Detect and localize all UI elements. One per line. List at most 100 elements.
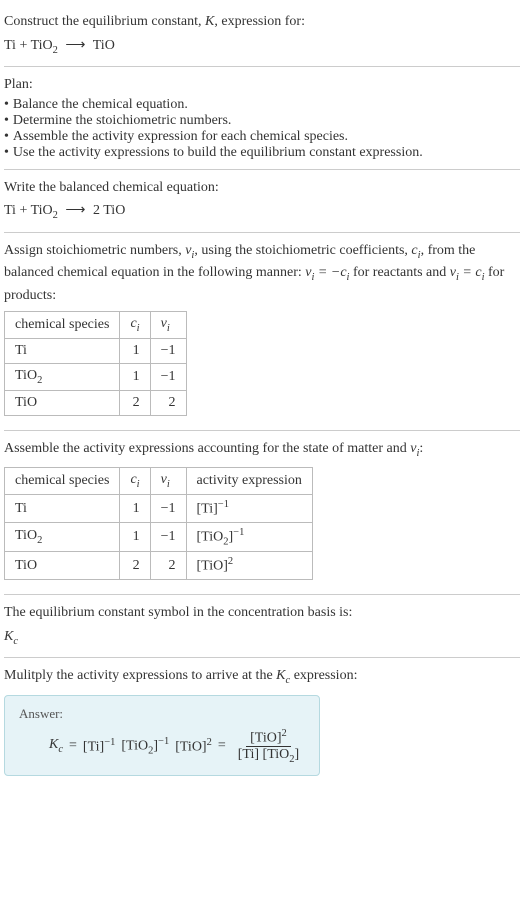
subscript: c [58, 744, 63, 755]
subscript: i [137, 323, 140, 334]
term-ti: [Ti]−1 [83, 737, 115, 756]
coefficient: 2 [93, 203, 100, 218]
header-vi: νi [150, 312, 186, 339]
cell-ci: 1 [120, 495, 150, 523]
eq-reactants: νi = −ci [305, 265, 349, 280]
cell-species: TiO2 [5, 364, 120, 391]
text: Construct the equilibrium constant, [4, 14, 205, 29]
text: for reactants and [349, 265, 449, 280]
header-ci: ci [120, 312, 150, 339]
text: Balance the chemical equation. [13, 97, 188, 113]
cell-activity: [TiO2]−1 [186, 522, 312, 551]
text: Assemble the activity expressions accoun… [4, 441, 410, 456]
text: [Ti] [238, 747, 259, 762]
species-tio2: TiO2 [31, 38, 58, 53]
superscript: 2 [228, 556, 233, 567]
arrow-icon: ⟶ [65, 203, 85, 218]
text: K [276, 668, 285, 683]
species-ti: Ti [4, 203, 16, 218]
answer-section: Mulitply the activity expressions to arr… [4, 658, 520, 784]
balanced-heading: Write the balanced chemical equation: [4, 178, 520, 198]
subscript: c [13, 635, 18, 646]
equals: = [218, 738, 226, 754]
text: TiO [15, 368, 37, 383]
text: Ti [15, 343, 27, 358]
cell-vi: 2 [150, 552, 186, 580]
activity-table: chemical species ci νi activity expressi… [4, 467, 313, 580]
activity-text: Assemble the activity expressions accoun… [4, 439, 520, 461]
text: TiO [15, 558, 37, 573]
header-vi: νi [150, 468, 186, 495]
cell-species: TiO [5, 390, 120, 415]
intro-prompt: Construct the equilibrium constant, K, e… [4, 12, 520, 32]
plus: + [19, 203, 27, 218]
text: ] [295, 747, 300, 762]
table-header-row: chemical species ci νi activity expressi… [5, 468, 313, 495]
text: [TiO] [197, 559, 228, 574]
cell-ci: 2 [120, 390, 150, 415]
header-ci: ci [120, 468, 150, 495]
cell-species: Ti [5, 495, 120, 523]
superscript: 2 [207, 737, 212, 748]
table-header-row: chemical species ci νi [5, 312, 187, 339]
superscript: −1 [233, 527, 244, 538]
superscript: 2 [282, 728, 287, 739]
text: Ti [15, 501, 27, 516]
variable-vi: νi [185, 243, 194, 258]
superscript: −1 [218, 499, 229, 510]
eq-products: νi = ci [450, 265, 485, 280]
text: Use the activity expressions to build th… [13, 145, 423, 161]
intro-section: Construct the equilibrium constant, K, e… [4, 4, 520, 67]
multiply-text: Mulitply the activity expressions to arr… [4, 666, 520, 688]
stoich-section: Assign stoichiometric numbers, νi, using… [4, 233, 520, 431]
text: = − [314, 265, 340, 280]
text: TiO [15, 395, 37, 410]
cell-species: Ti [5, 339, 120, 364]
text: TiO [31, 203, 53, 218]
plan-item: Determine the stoichiometric numbers. [4, 113, 520, 129]
term-tio: [TiO]2 [175, 737, 212, 756]
text: TiO [15, 528, 37, 543]
text: [Ti] [197, 502, 218, 517]
subscript: 2 [53, 44, 58, 55]
table-row: TiO2 1 −1 [5, 364, 187, 391]
text: Assemble the activity expression for eac… [13, 129, 348, 145]
table-row: Ti 1 −1 [5, 339, 187, 364]
symbol-section: The equilibrium constant symbol in the c… [4, 595, 520, 658]
subscript: 2 [37, 375, 42, 386]
arrow-icon: ⟶ [65, 38, 85, 53]
superscript: −1 [104, 737, 115, 748]
subscript: i [167, 479, 170, 490]
plan-item: Assemble the activity expression for eac… [4, 129, 520, 145]
species-tio2: TiO2 [31, 203, 58, 218]
text: K [49, 737, 58, 752]
variable-K: K [205, 14, 214, 29]
unbalanced-equation: Ti + TiO2 ⟶ TiO [4, 36, 520, 58]
cell-ci: 1 [120, 339, 150, 364]
text: [TiO] [175, 740, 206, 755]
subscript: i [167, 323, 170, 334]
table-row: TiO 2 2 [TiO]2 [5, 552, 313, 580]
text: Assign stoichiometric numbers, [4, 243, 185, 258]
text: [TiO [197, 530, 224, 545]
stoich-table: chemical species ci νi Ti 1 −1 TiO2 1 −1… [4, 311, 187, 416]
variable-ci: ci [411, 243, 420, 258]
cell-vi: −1 [150, 495, 186, 523]
subscript: i [137, 479, 140, 490]
cell-activity: [Ti]−1 [186, 495, 312, 523]
balanced-section: Write the balanced chemical equation: Ti… [4, 170, 520, 233]
cell-vi: −1 [150, 364, 186, 391]
subscript: 2 [37, 535, 42, 546]
text: expression: [290, 668, 357, 683]
variable-kc: Kc [276, 668, 290, 683]
text: [TiO [263, 747, 290, 762]
cell-ci: 2 [120, 552, 150, 580]
symbol-text: The equilibrium constant symbol in the c… [4, 603, 520, 623]
text: [TiO [121, 739, 148, 754]
header-activity: activity expression [186, 468, 312, 495]
fraction: [TiO]2 [Ti] [TiO2] [234, 728, 303, 765]
table-row: TiO2 1 −1 [TiO2]−1 [5, 522, 313, 551]
header-species: chemical species [5, 312, 120, 339]
cell-ci: 1 [120, 522, 150, 551]
text: K [4, 629, 13, 644]
